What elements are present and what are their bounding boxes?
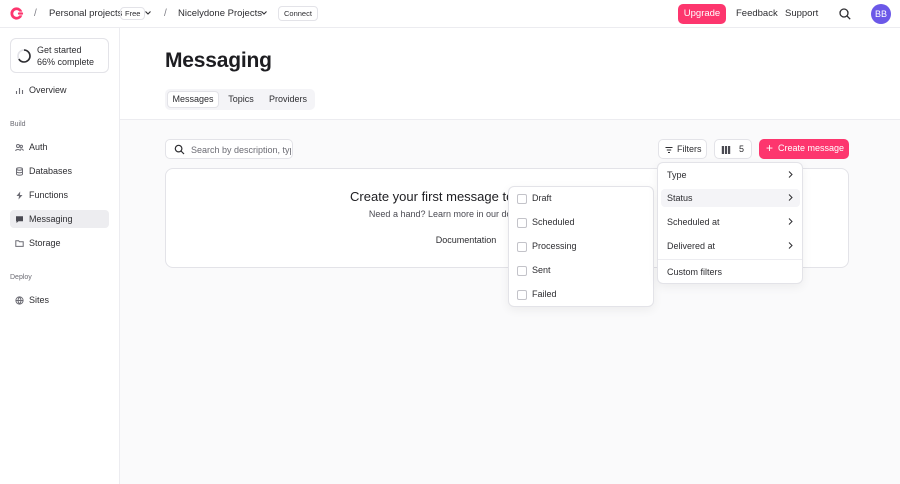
support-link[interactable]: Support	[785, 8, 818, 19]
appwrite-logo-icon[interactable]	[9, 6, 24, 21]
sidebar: Get started 66% complete Overview Build …	[0, 28, 120, 484]
status-submenu: Draft Scheduled Processing Sent Failed	[508, 186, 654, 307]
search-icon[interactable]	[838, 7, 852, 21]
chevron-right-icon	[788, 218, 793, 225]
status-option-label: Failed	[532, 289, 557, 299]
filter-item-status[interactable]: Status	[661, 189, 800, 207]
checkbox[interactable]	[517, 290, 527, 300]
filters-button-label: Filters	[677, 144, 702, 154]
upgrade-button[interactable]: Upgrade	[678, 4, 726, 24]
globe-icon	[15, 296, 24, 305]
sidebar-item-sites[interactable]: Sites	[10, 291, 109, 309]
feedback-link[interactable]: Feedback	[736, 8, 778, 19]
plus-icon: +	[766, 141, 774, 155]
menu-divider	[658, 259, 802, 260]
progress-ring-icon	[17, 49, 31, 63]
filter-item-label: Status	[667, 193, 693, 203]
chevron-down-icon[interactable]	[143, 8, 153, 18]
page-header: Messaging Messages Topics Providers	[120, 28, 900, 120]
status-option-label: Sent	[532, 265, 551, 275]
get-started-card[interactable]: Get started 66% complete	[10, 38, 109, 73]
checkbox[interactable]	[517, 266, 527, 276]
top-bar: / Personal projects Free / Nicelydone Pr…	[0, 0, 900, 28]
filter-lines-icon	[665, 147, 673, 153]
sidebar-item-label: Auth	[29, 142, 48, 152]
columns-button[interactable]: 5	[714, 139, 752, 159]
filter-item-label: Delivered at	[667, 241, 716, 251]
section-label-build: Build	[10, 121, 26, 128]
columns-count: 5	[739, 144, 745, 154]
sidebar-item-label: Overview	[29, 85, 67, 95]
chevron-right-icon	[788, 194, 793, 201]
lightning-icon	[16, 191, 23, 200]
tab-bar: Messages Topics Providers	[165, 89, 315, 110]
sidebar-item-label: Messaging	[29, 214, 73, 224]
avatar[interactable]: BB	[871, 4, 891, 24]
breadcrumb-separator: /	[164, 8, 167, 19]
documentation-button[interactable]: Documentation	[430, 231, 502, 249]
status-option-label: Draft	[532, 193, 552, 203]
breadcrumb-separator: /	[34, 8, 37, 19]
search-input[interactable]	[191, 142, 291, 157]
search-input-wrapper[interactable]	[165, 139, 293, 159]
folder-icon	[15, 240, 24, 247]
checkbox[interactable]	[517, 194, 527, 204]
filters-menu: Type Status Scheduled at Delivered at Cu…	[657, 162, 803, 284]
filters-button[interactable]: Filters	[658, 139, 707, 159]
sidebar-item-functions[interactable]: Functions	[10, 186, 109, 204]
breadcrumb-org[interactable]: Personal projects	[49, 8, 122, 19]
chat-icon	[16, 216, 23, 223]
filter-item-type[interactable]: Type	[661, 166, 800, 184]
filter-item-label: Scheduled at	[667, 217, 720, 227]
sidebar-item-storage[interactable]: Storage	[10, 234, 109, 252]
user-icon	[15, 144, 24, 152]
connect-button[interactable]: Connect	[278, 6, 318, 21]
tab-messages[interactable]: Messages	[167, 91, 219, 108]
sidebar-item-overview[interactable]: Overview	[10, 81, 109, 99]
chevron-down-icon[interactable]	[259, 8, 269, 18]
sidebar-item-messaging[interactable]: Messaging	[10, 210, 109, 228]
breadcrumb-project[interactable]: Nicelydone Projects	[178, 8, 262, 19]
tab-providers[interactable]: Providers	[263, 91, 313, 108]
custom-filters-item[interactable]: Custom filters	[661, 263, 800, 281]
tab-topics[interactable]: Topics	[220, 91, 262, 108]
sidebar-item-label: Databases	[29, 166, 73, 176]
get-started-title: Get started	[37, 45, 82, 55]
database-icon	[16, 167, 23, 176]
sidebar-item-auth[interactable]: Auth	[10, 138, 109, 156]
filter-item-scheduled-at[interactable]: Scheduled at	[661, 213, 800, 231]
page-title: Messaging	[165, 49, 272, 72]
status-option-label: Scheduled	[532, 217, 575, 227]
filter-item-label: Custom filters	[667, 267, 723, 277]
create-message-button[interactable]: + Create message	[759, 139, 849, 159]
filter-item-delivered-at[interactable]: Delivered at	[661, 237, 800, 255]
sidebar-item-label: Sites	[29, 295, 50, 305]
get-started-progress: 66% complete	[37, 57, 95, 67]
sidebar-item-label: Storage	[29, 238, 61, 248]
columns-icon	[721, 146, 731, 154]
search-icon	[174, 144, 185, 155]
checkbox[interactable]	[517, 218, 527, 228]
chevron-right-icon	[788, 242, 793, 249]
chevron-right-icon	[788, 171, 793, 178]
create-message-label: Create message	[778, 143, 845, 153]
checkbox[interactable]	[517, 242, 527, 252]
sidebar-item-databases[interactable]: Databases	[10, 162, 109, 180]
filter-item-label: Type	[667, 170, 687, 180]
chart-icon	[15, 88, 24, 94]
section-label-deploy: Deploy	[10, 274, 32, 281]
sidebar-item-label: Functions	[29, 190, 69, 200]
status-option-label: Processing	[532, 241, 577, 251]
plan-badge: Free	[120, 7, 146, 20]
